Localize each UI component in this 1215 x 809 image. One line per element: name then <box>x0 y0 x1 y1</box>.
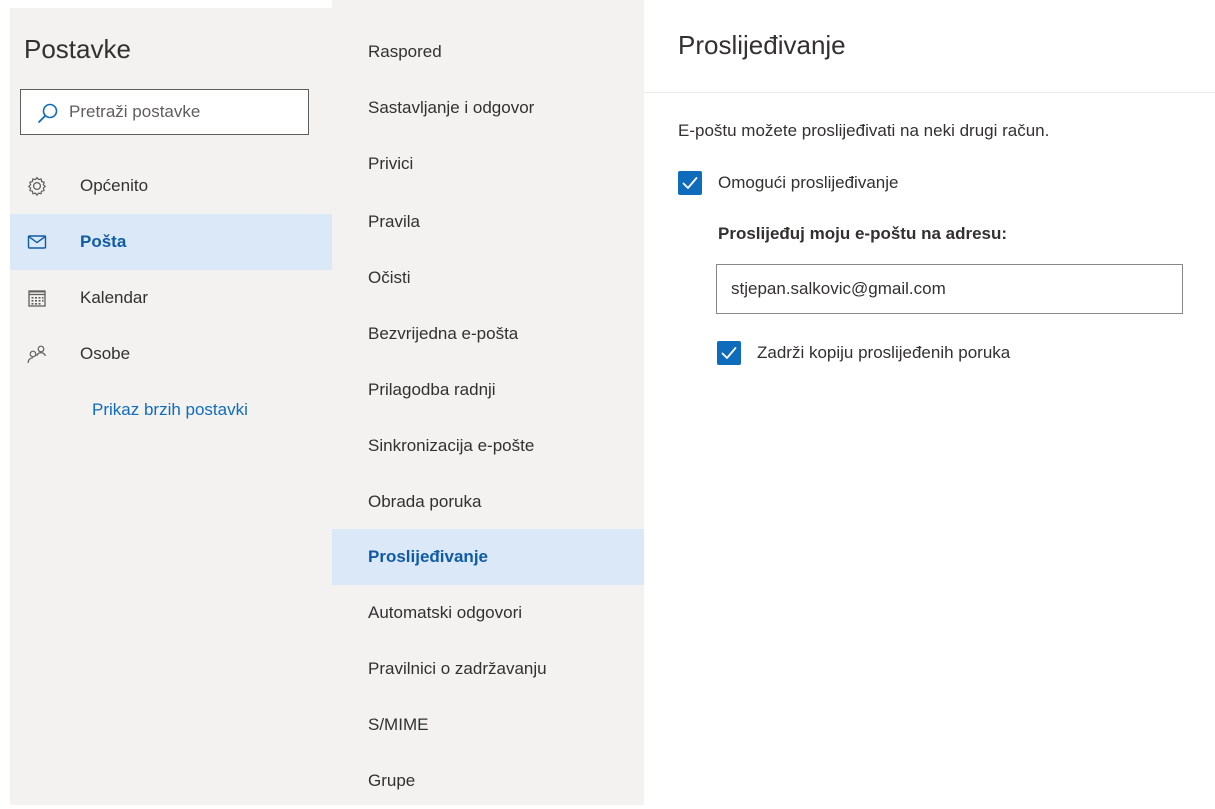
category-item-sweep[interactable]: Očisti <box>332 250 644 306</box>
sidebar-item-label: Osobe <box>80 344 131 363</box>
category-item-compose-reply[interactable]: Sastavljanje i odgovor <box>332 80 644 136</box>
settings-search-box[interactable] <box>20 89 309 135</box>
category-item-attachments[interactable]: Privici <box>332 136 644 192</box>
checkmark-icon <box>721 347 737 359</box>
quick-settings-link[interactable]: Prikaz brzih postavki <box>92 400 248 420</box>
sidebar-item-label: Općenito <box>80 176 149 195</box>
panel-title: Proslijeđivanje <box>678 30 846 60</box>
category-item-automatic-replies[interactable]: Automatski odgovori <box>332 585 644 641</box>
sidebar-item-general[interactable]: Općenito <box>10 158 332 214</box>
sidebar-item-label: Kalendar <box>80 288 149 307</box>
calendar-icon <box>28 290 46 307</box>
forwarding-settings-panel: Proslijeđivanje E-poštu možete proslijeđ… <box>644 0 1215 805</box>
category-item-groups[interactable]: Grupe <box>332 753 644 809</box>
gear-icon <box>28 176 46 196</box>
keep-copy-label[interactable]: Zadrži kopiju proslijeđenih poruka <box>757 343 1010 363</box>
settings-category-list: Raspored Sastavljanje i odgovor Privici … <box>332 0 644 805</box>
sidebar-item-calendar[interactable]: Kalendar <box>10 270 332 326</box>
enable-forwarding-label[interactable]: Omogući proslijeđivanje <box>718 173 898 193</box>
mail-icon <box>27 235 47 249</box>
panel-description: E-poštu možete proslijeđivati na neki dr… <box>678 121 1050 140</box>
category-item-message-handling[interactable]: Obrada poruka <box>332 474 644 530</box>
sidebar-item-people[interactable]: Osobe <box>10 326 332 382</box>
search-icon <box>38 103 58 123</box>
settings-title: Postavke <box>24 34 131 64</box>
settings-search-input[interactable] <box>67 96 297 128</box>
keep-copy-checkbox[interactable] <box>717 341 741 365</box>
checkmark-icon <box>682 177 698 189</box>
enable-forwarding-checkbox[interactable] <box>678 171 702 195</box>
settings-sidebar: Postavke Općenito Pošta <box>10 8 332 805</box>
category-item-junk-email[interactable]: Bezvrijedna e-pošta <box>332 306 644 362</box>
panel-divider <box>644 92 1215 93</box>
forward-to-label: Proslijeđuj moju e-poštu na adresu: <box>718 224 1008 243</box>
forward-email-field[interactable] <box>716 264 1183 314</box>
category-item-retention-policies[interactable]: Pravilnici o zadržavanju <box>332 641 644 697</box>
category-item-smime[interactable]: S/MIME <box>332 697 644 753</box>
category-item-rules[interactable]: Pravila <box>332 194 644 250</box>
category-item-schedule[interactable]: Raspored <box>332 24 644 80</box>
category-item-sync-email[interactable]: Sinkronizacija e-pošte <box>332 418 644 474</box>
sidebar-item-mail[interactable]: Pošta <box>10 214 332 270</box>
sidebar-item-label: Pošta <box>80 232 127 251</box>
category-item-customize-actions[interactable]: Prilagodba radnji <box>332 362 644 418</box>
category-item-forwarding[interactable]: Proslijeđivanje <box>332 529 644 585</box>
people-icon <box>27 345 46 364</box>
